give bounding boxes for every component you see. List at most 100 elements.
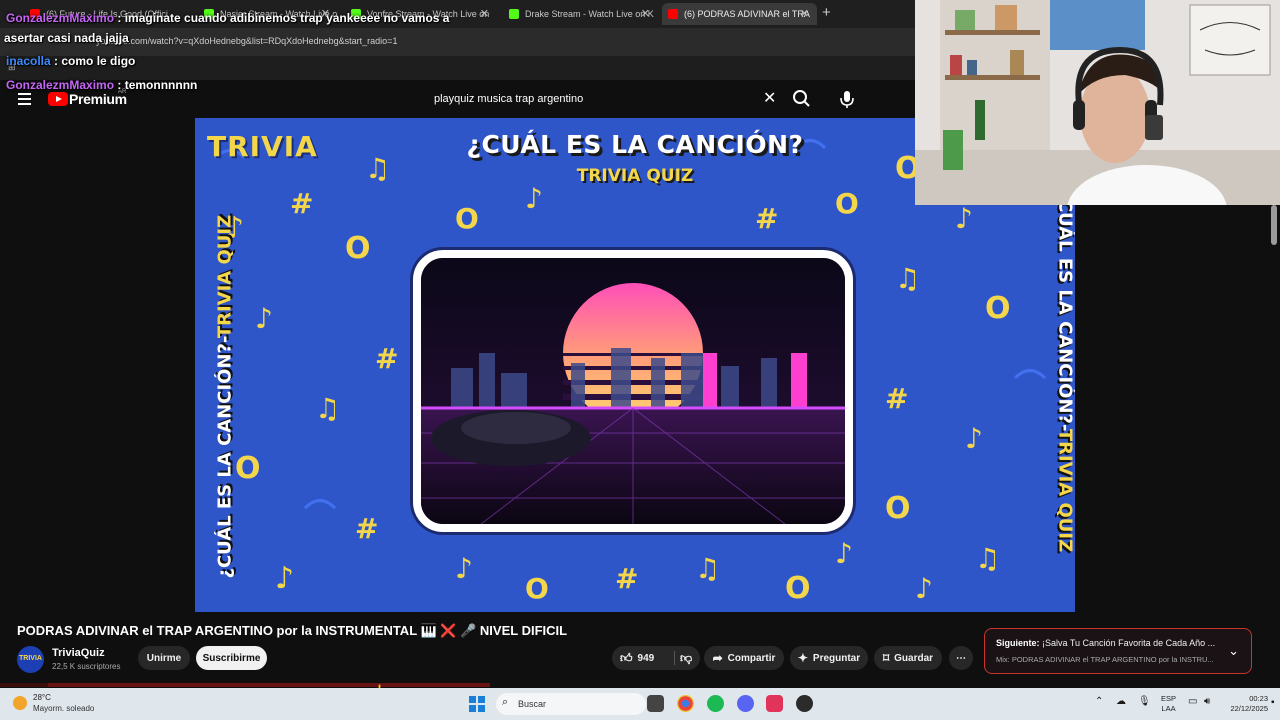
svg-text:O: O [985, 291, 1011, 326]
svg-text:O: O [835, 187, 859, 220]
svg-text:♪: ♪ [455, 552, 473, 585]
side-banner-text: ¿CUÁL ES LA CANCIÓN?- [214, 338, 236, 579]
avatar-text: TRIVIA [19, 655, 42, 662]
chevron-up-icon[interactable]: ⌃ [1095, 696, 1103, 707]
subscribe-button[interactable]: Suscribirme [196, 646, 267, 670]
tab-podras-adivinar[interactable]: (6) PODRAS ADIVINAR el TRA ✕ [662, 3, 817, 25]
svg-text:♪: ♪ [955, 202, 973, 235]
discord-icon[interactable] [737, 695, 754, 712]
video-title: PODRAS ADIVINAR el TRAP ARGENTINO por la… [17, 623, 568, 638]
side-banner-text: ¿CUÁL ES LA CANCIÓN?- [1054, 188, 1076, 429]
synthwave-scene-frame [413, 250, 853, 532]
next-up-card[interactable]: Siguiente: ¡Salva Tu Canción Favorita de… [984, 628, 1252, 674]
share-button[interactable]: ➦ Compartir [704, 646, 784, 670]
clock-time: 00:23 [1249, 694, 1268, 703]
like-count: 949 [637, 652, 655, 664]
system-clock[interactable]: 00:23 22/12/2025 [1226, 694, 1268, 714]
kick-favicon-icon [509, 9, 519, 19]
chat-username: GonzalezmMaximo [6, 78, 115, 92]
youtube-logo-icon[interactable] [48, 92, 68, 106]
svg-text:♪: ♪ [965, 422, 983, 455]
chat-username: inacolla [6, 54, 51, 68]
obs-icon[interactable] [796, 695, 813, 712]
synthwave-city-illustration [421, 258, 845, 524]
chat-text: asertar casi nada jajja [4, 31, 129, 45]
svg-text:O: O [785, 571, 811, 606]
chat-message: asertar casi nada jajja [4, 31, 129, 45]
windows-taskbar: 28°C Mayorm. soleado ⌕ Buscar ⌃ ☁ 🎙︎ ESP… [0, 688, 1280, 720]
save-button[interactable]: ⌑ Guardar [874, 646, 942, 670]
url-text[interactable]: youtube.com/watch?v=qXdoHednebg&list=RDq… [96, 36, 397, 46]
svg-text:O: O [885, 491, 911, 526]
volume-icon[interactable]: 🔊︎ [1204, 696, 1210, 707]
subscriber-count: 22,5 K suscriptores [52, 662, 121, 671]
tab-drake[interactable]: Drake Stream - Watch Live on K ✕ [503, 3, 658, 25]
chat-message: GonzalezmMaximo : imaginate cuando adibi… [6, 11, 449, 25]
close-tab-icon[interactable]: ✕ [480, 7, 489, 20]
channel-avatar[interactable]: TRIVIA [17, 646, 44, 673]
file-explorer-icon[interactable] [647, 695, 664, 712]
search-icon: ⌕ [502, 696, 509, 708]
svg-text:#: # [755, 202, 778, 235]
keyboard-layout: LAA [1161, 704, 1176, 713]
thumbs-up-icon: 👍︎ [620, 650, 633, 665]
webcam-scene [915, 0, 1280, 205]
close-tab-icon[interactable]: ✕ [800, 7, 809, 20]
taskbar-search-placeholder: Buscar [518, 699, 547, 709]
tiktok-icon[interactable] [766, 695, 783, 712]
chevron-down-icon[interactable]: ⌄ [1228, 643, 1239, 659]
next-prefix: Siguiente: [996, 638, 1040, 648]
notifications-icon[interactable]: ▪ [1271, 697, 1275, 708]
weather-description[interactable]: Mayorm. soleado [33, 704, 94, 713]
microphone-icon[interactable]: 🎙︎ [1138, 696, 1151, 707]
chat-username: GonzalezmMaximo [6, 11, 115, 25]
chat-text: : imaginate cuando adibinemos trap yanke… [117, 11, 450, 25]
search-icon[interactable] [786, 84, 818, 114]
youtube-favicon-icon [668, 9, 678, 19]
join-button[interactable]: Unirme [138, 646, 190, 670]
like-button[interactable]: 👍︎ 949 👎︎ [612, 646, 700, 670]
channel-name[interactable]: TriviaQuiz [52, 647, 105, 659]
svg-text:#: # [615, 562, 638, 595]
tab-label: Drake Stream - Watch Live on K [525, 9, 654, 19]
taskbar-search[interactable]: ⌕ Buscar [496, 693, 646, 715]
thumbs-down-icon[interactable]: 👎︎ [680, 651, 692, 666]
side-banner-right: ¿CUÁL ES LA CANCIÓN?-TRIVIA QUIZ [1054, 188, 1076, 553]
search-input-value: playquiz musica trap argentino [434, 93, 584, 105]
new-tab-icon[interactable]: + [822, 4, 831, 21]
next-up-label: Siguiente: ¡Salva Tu Canción Favorita de… [996, 638, 1215, 648]
svg-text:O: O [525, 572, 549, 605]
svg-text:#: # [375, 342, 398, 375]
page-scrollbar[interactable] [1271, 205, 1277, 245]
weather-temperature[interactable]: 28°C [33, 693, 51, 702]
save-label: Guardar [894, 652, 934, 664]
chat-text: : temonnnnnn [117, 78, 198, 92]
ask-label: Preguntar [812, 652, 861, 664]
side-banner-highlight: TRIVIA QUIZ [214, 214, 236, 339]
svg-text:O: O [345, 231, 371, 266]
svg-text:♪: ♪ [255, 302, 273, 335]
more-options-icon[interactable]: ⋯ [949, 646, 973, 670]
ask-button[interactable]: ✦ Preguntar [790, 646, 868, 670]
svg-text:#: # [290, 187, 313, 220]
side-banner-left: ¿CUÁL ES LA CANCIÓN?-TRIVIA QUIZ [214, 215, 236, 579]
language-indicator[interactable]: ESP LAA [1161, 694, 1176, 714]
search-input[interactable]: playquiz musica trap argentino [424, 84, 784, 114]
spotify-icon[interactable] [707, 695, 724, 712]
progress-buffer [48, 683, 490, 687]
windows-start-icon[interactable] [469, 696, 485, 712]
cloud-icon[interactable]: ☁ [1116, 696, 1126, 707]
next-title: ¡Salva Tu Canción Favorita de Cada Año .… [1042, 638, 1216, 648]
close-tab-icon[interactable]: ✕ [641, 7, 650, 20]
weather-sun-icon[interactable] [13, 696, 27, 710]
svg-text:O: O [235, 451, 261, 486]
network-icon[interactable]: ▭ [1188, 696, 1197, 707]
microphone-icon[interactable] [834, 86, 860, 112]
address-bar[interactable]: youtube.com/watch?v=qXdoHednebg&list=RDq… [0, 28, 915, 56]
next-mix-text: Mix: PODRAS ADIVINAR el TRAP ARGENTINO p… [996, 655, 1214, 664]
chrome-icon[interactable] [677, 695, 694, 712]
bookmarks-bar: ⊞ [0, 56, 915, 80]
menu-icon[interactable] [18, 93, 31, 105]
clear-search-icon[interactable]: ✕ [763, 88, 776, 108]
clock-date: 22/12/2025 [1230, 704, 1268, 713]
